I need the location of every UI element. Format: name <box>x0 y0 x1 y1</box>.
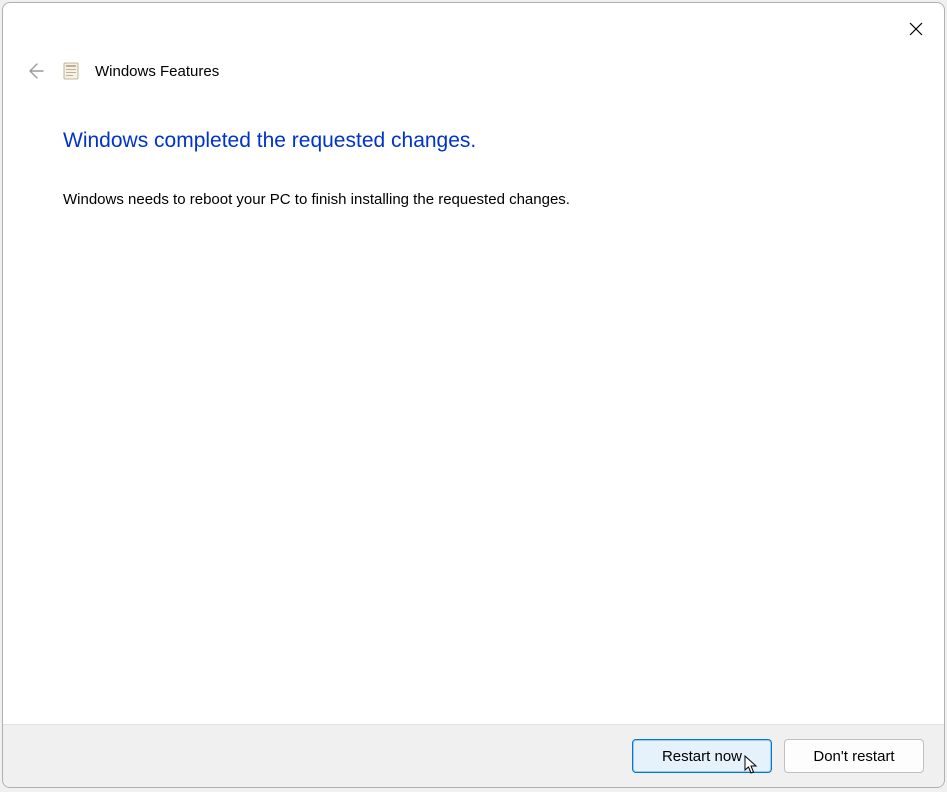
dialog-footer: Restart now Don't restart <box>3 724 944 787</box>
dont-restart-button[interactable]: Don't restart <box>784 739 924 773</box>
back-arrow-icon <box>25 61 45 81</box>
close-button[interactable] <box>900 13 932 45</box>
dialog-content: Windows completed the requested changes.… <box>3 83 944 724</box>
content-body: Windows needs to reboot your PC to finis… <box>63 189 884 210</box>
close-icon <box>909 22 923 36</box>
content-heading: Windows completed the requested changes. <box>63 129 884 153</box>
dialog-title: Windows Features <box>95 63 219 80</box>
dialog-header: Windows Features <box>3 3 944 83</box>
windows-features-dialog: Windows Features Windows completed the r… <box>2 2 945 788</box>
windows-features-icon <box>61 61 81 81</box>
restart-now-button[interactable]: Restart now <box>632 739 772 773</box>
back-button[interactable] <box>23 59 47 83</box>
